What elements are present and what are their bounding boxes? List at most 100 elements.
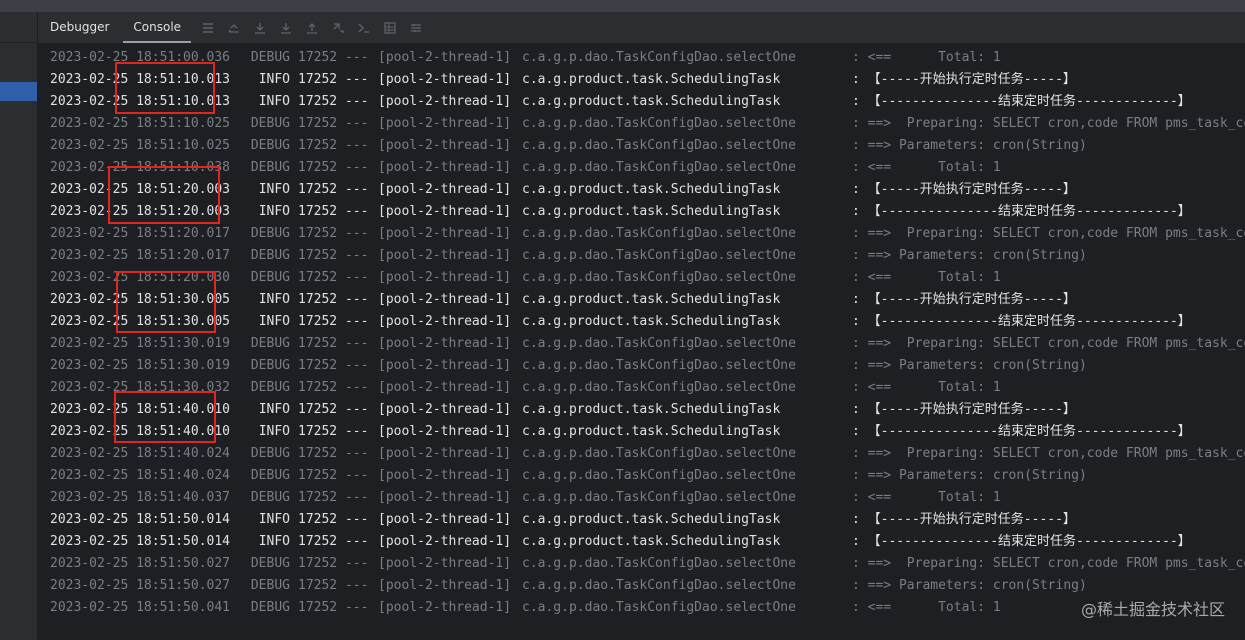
log-separator: --- bbox=[344, 600, 369, 615]
log-thread: [pool-2-thread-1] bbox=[378, 490, 512, 505]
log-timestamp: 2023-02-25 18:51:30.019 bbox=[50, 336, 231, 351]
log-logger: c.a.g.p.dao.TaskConfigDao.selectOne bbox=[522, 336, 796, 351]
log-line: 2023-02-25 18:51:20.030 DEBUG 17252 --- [p… bbox=[50, 267, 1001, 289]
log-level: DEBUG bbox=[250, 358, 290, 373]
log-thread: [pool-2-thread-1] bbox=[378, 600, 512, 615]
step-over-icon[interactable] bbox=[249, 17, 271, 39]
log-thread: [pool-2-thread-1] bbox=[378, 578, 512, 593]
log-thread: [pool-2-thread-1] bbox=[378, 512, 512, 527]
settings-icon[interactable] bbox=[405, 17, 427, 39]
log-level: INFO bbox=[258, 512, 290, 527]
log-level: DEBUG bbox=[250, 160, 290, 175]
log-line: 2023-02-25 18:51:10.013 INFO 17252 --- [po… bbox=[50, 69, 1076, 91]
log-thread: [pool-2-thread-1] bbox=[378, 358, 512, 373]
log-level: DEBUG bbox=[250, 380, 290, 395]
log-timestamp: 2023-02-25 18:51:20.017 bbox=[50, 226, 231, 241]
scroll-up-icon[interactable] bbox=[223, 17, 245, 39]
log-separator: --- bbox=[344, 50, 369, 65]
log-line: 2023-02-25 18:51:20.003 INFO 17252 --- [po… bbox=[50, 179, 1076, 201]
log-message: : <== Total: 1 bbox=[852, 270, 1001, 285]
rerun-icon[interactable] bbox=[327, 17, 349, 39]
log-logger: c.a.g.product.task.SchedulingTask bbox=[522, 402, 781, 417]
tab-debugger[interactable]: Debugger bbox=[38, 12, 121, 43]
selected-frame-indicator[interactable] bbox=[0, 82, 37, 101]
log-pid: 17252 --- bbox=[298, 597, 378, 619]
log-line: 2023-02-25 18:51:40.010 INFO 17252 --- [po… bbox=[50, 421, 1191, 443]
log-message: : <== Total: 1 bbox=[852, 490, 1001, 505]
log-message: : ==> Parameters: cron(String) bbox=[852, 468, 1087, 483]
log-pid: 17252 --- bbox=[298, 267, 378, 289]
log-pid: 17252 --- bbox=[298, 201, 378, 223]
log-message: : <== Total: 1 bbox=[852, 380, 1001, 395]
log-thread: [pool-2-thread-1] bbox=[378, 314, 512, 329]
log-line: 2023-02-25 18:51:30.019 DEBUG 17252 --- [p… bbox=[50, 333, 1245, 355]
log-level: DEBUG bbox=[250, 226, 290, 241]
step-out-icon[interactable] bbox=[301, 17, 323, 39]
log-timestamp: 2023-02-25 18:51:50.014 bbox=[50, 512, 231, 527]
table-icon[interactable] bbox=[379, 17, 401, 39]
log-separator: --- bbox=[344, 292, 369, 307]
log-timestamp: 2023-02-25 18:51:50.041 bbox=[50, 600, 231, 615]
log-separator: --- bbox=[344, 468, 369, 483]
log-logger: c.a.g.p.dao.TaskConfigDao.selectOne bbox=[522, 160, 796, 175]
log-level: INFO bbox=[258, 204, 290, 219]
log-thread: [pool-2-thread-1] bbox=[378, 50, 512, 65]
log-timestamp: 2023-02-25 18:51:40.037 bbox=[50, 490, 231, 505]
step-into-icon[interactable] bbox=[275, 17, 297, 39]
tab-console[interactable]: Console bbox=[121, 12, 193, 43]
log-level: DEBUG bbox=[250, 50, 290, 65]
log-pid: 17252 --- bbox=[298, 553, 378, 575]
log-pid: 17252 --- bbox=[298, 443, 378, 465]
log-message: : 【-----开始执行定时任务-----】 bbox=[852, 72, 1076, 87]
log-separator: --- bbox=[344, 94, 369, 109]
log-logger: c.a.g.p.dao.TaskConfigDao.selectOne bbox=[522, 380, 796, 395]
log-message: : 【-----开始执行定时任务-----】 bbox=[852, 292, 1076, 307]
run-to-cursor-icon[interactable] bbox=[353, 17, 375, 39]
log-pid: 17252 --- bbox=[298, 179, 378, 201]
log-timestamp: 2023-02-25 18:51:10.013 bbox=[50, 94, 231, 109]
log-line: 2023-02-25 18:51:30.005 INFO 17252 --- [po… bbox=[50, 289, 1076, 311]
log-pid: 17252 --- bbox=[298, 223, 378, 245]
log-logger: c.a.g.product.task.SchedulingTask bbox=[522, 424, 781, 439]
log-level: INFO bbox=[258, 402, 290, 417]
log-level: INFO bbox=[258, 94, 290, 109]
log-line: 2023-02-25 18:51:30.019 DEBUG 17252 --- [p… bbox=[50, 355, 1087, 377]
log-separator: --- bbox=[344, 534, 369, 549]
log-timestamp: 2023-02-25 18:51:10.038 bbox=[50, 160, 231, 175]
log-thread: [pool-2-thread-1] bbox=[378, 380, 512, 395]
log-timestamp: 2023-02-25 18:51:20.003 bbox=[50, 182, 231, 197]
log-logger: c.a.g.p.dao.TaskConfigDao.selectOne bbox=[522, 248, 796, 263]
log-level: INFO bbox=[258, 72, 290, 87]
log-level: DEBUG bbox=[250, 556, 290, 571]
log-timestamp: 2023-02-25 18:51:40.024 bbox=[50, 446, 231, 461]
log-level: INFO bbox=[258, 292, 290, 307]
log-logger: c.a.g.p.dao.TaskConfigDao.selectOne bbox=[522, 468, 796, 483]
log-level: INFO bbox=[258, 424, 290, 439]
log-timestamp: 2023-02-25 18:51:50.027 bbox=[50, 556, 231, 571]
log-thread: [pool-2-thread-1] bbox=[378, 336, 512, 351]
log-message: : ==> Parameters: cron(String) bbox=[852, 138, 1087, 153]
log-separator: --- bbox=[344, 116, 369, 131]
log-timestamp: 2023-02-25 18:51:10.025 bbox=[50, 138, 231, 153]
log-logger: c.a.g.product.task.SchedulingTask bbox=[522, 534, 781, 549]
log-timestamp: 2023-02-25 18:51:20.003 bbox=[50, 204, 231, 219]
log-timestamp: 2023-02-25 18:51:20.017 bbox=[50, 248, 231, 263]
log-message: : <== Total: 1 bbox=[852, 160, 1001, 175]
log-logger: c.a.g.p.dao.TaskConfigDao.selectOne bbox=[522, 490, 796, 505]
log-message: : 【---------------结束定时任务-------------】 bbox=[852, 204, 1191, 219]
menu-icon[interactable] bbox=[197, 17, 219, 39]
log-separator: --- bbox=[344, 424, 369, 439]
log-message: : 【-----开始执行定时任务-----】 bbox=[852, 512, 1076, 527]
title-bar bbox=[0, 0, 1245, 12]
log-line: 2023-02-25 18:51:10.013 INFO 17252 --- [po… bbox=[50, 91, 1191, 113]
log-message: : 【---------------结束定时任务-------------】 bbox=[852, 424, 1191, 439]
log-separator: --- bbox=[344, 72, 369, 87]
log-separator: --- bbox=[344, 402, 369, 417]
log-line: 2023-02-25 18:51:50.041 DEBUG 17252 --- [p… bbox=[50, 597, 1001, 619]
console-output[interactable]: 2023-02-25 18:51:00.036 DEBUG 17252 --- [p… bbox=[38, 44, 1245, 640]
log-separator: --- bbox=[344, 138, 369, 153]
log-separator: --- bbox=[344, 270, 369, 285]
log-level: INFO bbox=[258, 534, 290, 549]
log-line: 2023-02-25 18:51:40.024 DEBUG 17252 --- [p… bbox=[50, 465, 1087, 487]
log-thread: [pool-2-thread-1] bbox=[378, 94, 512, 109]
